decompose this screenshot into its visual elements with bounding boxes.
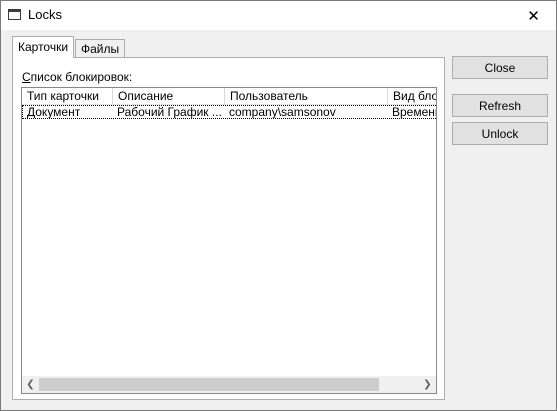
cell-description: Рабочий График ...: [117, 106, 222, 118]
window-title: Locks: [28, 7, 62, 22]
cell-lock-type: Временная: [392, 106, 436, 118]
tab-files[interactable]: Файлы: [75, 39, 126, 58]
scroll-left-icon[interactable]: ❮: [22, 376, 39, 393]
scrollbar-thumb[interactable]: [39, 378, 379, 391]
column-header-description[interactable]: Описание: [113, 88, 225, 104]
cell-card-type: Документ: [27, 106, 81, 118]
column-header-card-type[interactable]: Тип карточки: [22, 88, 113, 104]
tab-panel-cards: Список блокировок: Тип карточки Описание…: [12, 57, 445, 400]
list-label-accelerator: С: [22, 70, 31, 84]
table-row[interactable]: Документ Рабочий График ... company\sams…: [22, 105, 436, 119]
unlock-button[interactable]: Unlock: [452, 122, 548, 145]
window-icon: [8, 9, 21, 20]
title-bar: Locks ✕: [1, 1, 556, 30]
horizontal-scrollbar[interactable]: ❮ ❯: [22, 376, 436, 393]
locks-dialog: Locks ✕ Карточки Файлы Список блокировок…: [0, 0, 557, 411]
close-button[interactable]: Close: [452, 56, 548, 79]
list-label-text: писок блокировок:: [30, 70, 133, 84]
close-window-button[interactable]: ✕: [511, 1, 556, 30]
locks-list-view[interactable]: Тип карточки Описание Пользователь Вид б…: [21, 87, 437, 394]
tab-cards[interactable]: Карточки: [12, 36, 75, 58]
scroll-right-icon[interactable]: ❯: [419, 376, 436, 393]
refresh-button[interactable]: Refresh: [452, 94, 548, 117]
locks-list-label: Список блокировок:: [22, 70, 132, 84]
cell-user: company\samsonov: [229, 106, 336, 118]
column-header-user[interactable]: Пользователь: [225, 88, 388, 104]
list-header: Тип карточки Описание Пользователь Вид б…: [22, 88, 436, 105]
column-header-lock-type[interactable]: Вид блокировки: [388, 88, 436, 104]
